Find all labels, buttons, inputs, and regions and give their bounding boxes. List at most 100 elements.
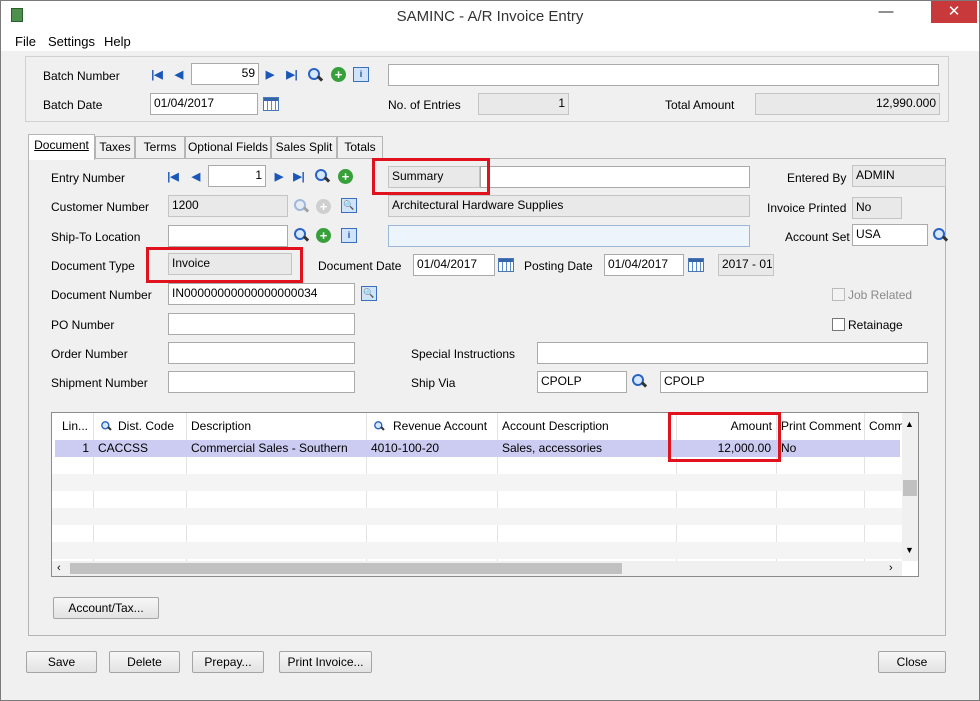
po-number-label: PO Number: [51, 318, 115, 332]
batch-finder-icon[interactable]: [307, 67, 323, 83]
prepay-button[interactable]: Prepay...: [192, 651, 264, 673]
account-tax-button[interactable]: Account/Tax...: [53, 597, 159, 619]
dist-code-finder-icon[interactable]: [100, 420, 111, 431]
document-number-input[interactable]: IN00000000000000000034: [168, 283, 355, 305]
total-amount-label: Total Amount: [665, 98, 735, 112]
document-date-input[interactable]: 01/04/2017: [413, 254, 495, 276]
tab-document[interactable]: Document: [28, 134, 95, 160]
horizontal-scroll-thumb[interactable]: [70, 563, 622, 574]
account-set-input[interactable]: USA: [852, 224, 928, 246]
ship-via-input[interactable]: CPOLP: [537, 371, 627, 393]
column-header-dist-code[interactable]: Dist. Code: [94, 413, 187, 440]
batch-date-label: Batch Date: [43, 98, 103, 112]
tab-optional-fields[interactable]: Optional Fields: [185, 136, 271, 158]
batch-date-input[interactable]: 01/04/2017: [150, 93, 258, 115]
ship-to-finder-icon[interactable]: [293, 227, 309, 243]
horizontal-scrollbar[interactable]: ‹ ›: [52, 561, 902, 576]
ship-via-finder-icon[interactable]: [631, 373, 647, 389]
last-entry-icon[interactable]: ▶|: [293, 171, 305, 183]
tab-taxes[interactable]: Taxes: [95, 136, 135, 158]
empty-row[interactable]: [52, 508, 902, 525]
special-instructions-input[interactable]: [537, 342, 928, 364]
po-number-input[interactable]: [168, 313, 355, 335]
document-zoom-icon[interactable]: 🔍: [361, 286, 377, 301]
document-type-value[interactable]: Invoice: [168, 253, 292, 275]
column-header-description[interactable]: Description: [187, 413, 367, 440]
minimize-button[interactable]: —: [863, 1, 909, 23]
column-header-revenue-account-label: Revenue Account: [393, 419, 488, 433]
customer-name-value: Architectural Hardware Supplies: [388, 195, 750, 217]
retainage-checkbox[interactable]: [832, 318, 845, 331]
document-date-calendar-icon[interactable]: [498, 258, 514, 272]
shipment-number-input[interactable]: [168, 371, 355, 393]
new-batch-icon[interactable]: +: [331, 67, 346, 82]
entries-label: No. of Entries: [388, 98, 461, 112]
document-date-label: Document Date: [318, 259, 402, 273]
scroll-down-icon[interactable]: ▼: [905, 545, 914, 555]
menu-help[interactable]: Help: [104, 34, 131, 49]
tab-sales-split[interactable]: Sales Split: [271, 136, 337, 158]
menu-settings[interactable]: Settings: [48, 34, 95, 49]
column-header-amount[interactable]: Amount: [677, 413, 777, 440]
last-batch-icon[interactable]: ▶|: [286, 69, 298, 81]
cell-revenue-account: 4010-100-20: [371, 441, 440, 455]
empty-row[interactable]: [52, 474, 902, 491]
entry-number-label: Entry Number: [51, 171, 126, 185]
column-header-comment[interactable]: Comme: [865, 413, 902, 440]
save-button[interactable]: Save: [26, 651, 97, 673]
revenue-account-finder-icon[interactable]: [373, 420, 384, 431]
column-header-revenue-account[interactable]: Revenue Account: [367, 413, 498, 440]
first-batch-icon[interactable]: |◀: [151, 69, 163, 81]
new-entry-icon[interactable]: +: [338, 169, 353, 184]
invoice-printed-label: Invoice Printed: [767, 201, 847, 215]
window-close-button[interactable]: ✕: [931, 1, 977, 23]
batch-info-icon[interactable]: i: [353, 67, 369, 82]
column-header-account-description[interactable]: Account Description: [498, 413, 677, 440]
invoice-printed-value: No: [852, 197, 902, 219]
ship-via-label: Ship Via: [411, 376, 456, 390]
ship-to-info-icon[interactable]: i: [341, 228, 357, 243]
ship-to-input[interactable]: [168, 225, 288, 247]
new-ship-to-icon[interactable]: +: [316, 228, 331, 243]
entry-summary-type[interactable]: Summary: [388, 166, 480, 188]
scroll-up-icon[interactable]: ▲: [905, 419, 914, 429]
batch-description-input[interactable]: [388, 64, 939, 86]
customer-zoom-icon[interactable]: 🔍: [341, 198, 357, 213]
empty-row[interactable]: [52, 542, 902, 559]
posting-date-input[interactable]: 01/04/2017: [604, 254, 684, 276]
detail-grid[interactable]: Lin... Dist. Code Description Revenue Ac…: [51, 412, 919, 577]
next-entry-icon[interactable]: ▶: [273, 171, 285, 183]
first-entry-icon[interactable]: |◀: [167, 171, 179, 183]
column-header-line[interactable]: Lin...: [52, 413, 94, 440]
column-header-print-comment[interactable]: Print Comment: [777, 413, 865, 440]
cell-line: 1: [82, 441, 89, 455]
scroll-left-icon[interactable]: ‹: [57, 562, 61, 574]
batch-date-calendar-icon[interactable]: [263, 97, 279, 111]
entry-description-input[interactable]: [480, 166, 750, 188]
menu-file[interactable]: File: [15, 34, 36, 49]
vertical-scroll-thumb[interactable]: [903, 480, 917, 496]
new-customer-icon: +: [316, 199, 331, 214]
table-row[interactable]: 1 CACCSS Commercial Sales - Southern 401…: [55, 440, 900, 457]
document-type-label: Document Type: [51, 259, 135, 273]
tab-terms[interactable]: Terms: [135, 136, 185, 158]
order-number-input[interactable]: [168, 342, 355, 364]
entered-by-label: Entered By: [787, 171, 847, 185]
next-batch-icon[interactable]: ▶: [264, 69, 276, 81]
previous-batch-icon[interactable]: ◀: [173, 69, 185, 81]
delete-button[interactable]: Delete: [109, 651, 180, 673]
close-button[interactable]: Close: [878, 651, 946, 673]
entry-number-input[interactable]: 1: [208, 165, 266, 187]
print-invoice-button[interactable]: Print Invoice...: [279, 651, 372, 673]
account-set-finder-icon[interactable]: [932, 227, 948, 243]
posting-date-calendar-icon[interactable]: [688, 258, 704, 272]
tab-totals[interactable]: Totals: [337, 136, 383, 158]
entry-finder-icon[interactable]: [314, 168, 330, 184]
cell-dist-code: CACCSS: [98, 441, 149, 455]
scroll-right-icon[interactable]: ›: [889, 562, 893, 574]
customer-number-value: 1200: [168, 195, 288, 217]
vertical-scrollbar[interactable]: ▲ ▼: [902, 413, 918, 561]
ship-via-description: CPOLP: [660, 371, 928, 393]
previous-entry-icon[interactable]: ◀: [190, 171, 202, 183]
batch-number-input[interactable]: 59: [191, 63, 259, 85]
